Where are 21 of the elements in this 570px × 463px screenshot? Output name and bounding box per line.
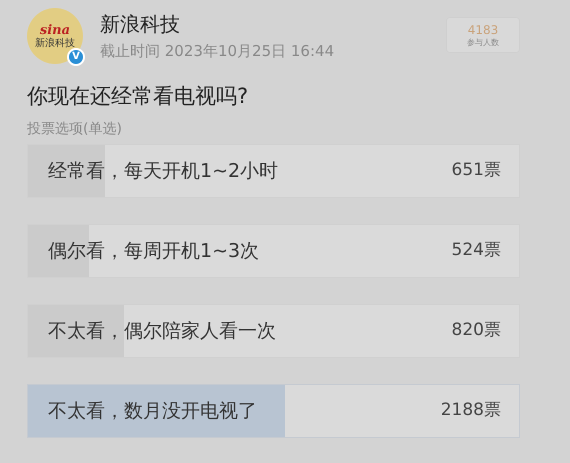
vote-count: 651票 xyxy=(452,159,501,182)
poll-option[interactable]: 不太看，偶尔陪家人看一次 820票 xyxy=(27,304,520,358)
option-label: 不太看，数月没开电视了 xyxy=(48,398,257,424)
poll-option[interactable]: 偶尔看，每周开机1~3次 524票 xyxy=(27,224,520,278)
participant-label: 参与人数 xyxy=(467,36,499,48)
vote-count: 2188票 xyxy=(440,399,501,422)
option-label: 经常看，每天开机1~2小时 xyxy=(48,158,278,184)
vote-count: 524票 xyxy=(452,239,501,262)
logo-text: 新浪科技 xyxy=(35,38,75,48)
poll-option[interactable]: 不太看，数月没开电视了 2188票 xyxy=(27,384,520,438)
deadline-text: 截止时间 2023年10月25日 16:44 xyxy=(100,41,334,62)
participant-count: 4183 xyxy=(468,22,498,36)
option-label: 不太看，偶尔陪家人看一次 xyxy=(48,318,276,344)
vote-count: 820票 xyxy=(452,319,501,342)
option-label: 偶尔看，每周开机1~3次 xyxy=(48,238,260,264)
poll-option[interactable]: 经常看，每天开机1~2小时 651票 xyxy=(27,144,520,198)
logo-text: sina xyxy=(40,24,70,36)
poll-question: 你现在还经常看电视吗? xyxy=(27,83,250,110)
verified-badge: V xyxy=(67,48,85,66)
account-name[interactable]: 新浪科技 xyxy=(100,10,334,38)
poll-type-label: 投票选项(单选) xyxy=(27,120,123,139)
